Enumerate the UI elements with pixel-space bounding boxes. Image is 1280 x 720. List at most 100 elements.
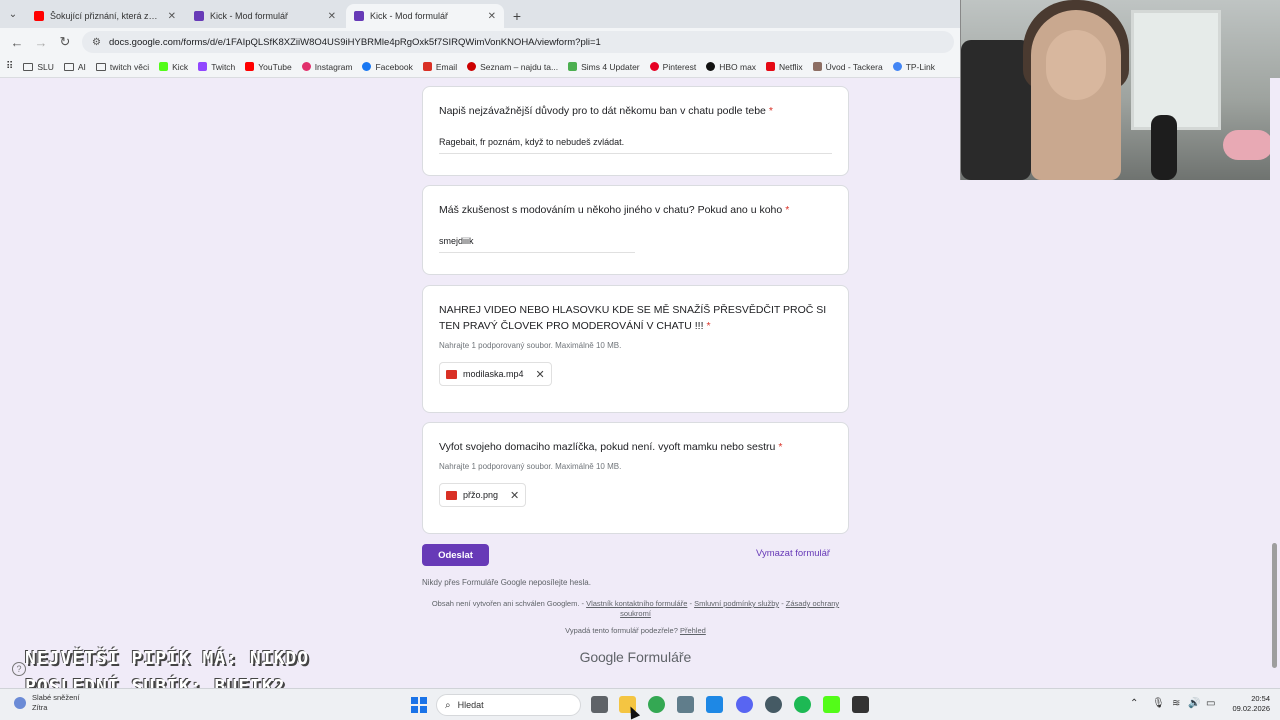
weather-day: Zítra <box>32 703 48 712</box>
question-card-2: Máš zkušenost s modováním u někoho jinéh… <box>422 185 849 275</box>
bookmark-facebook[interactable]: Facebook <box>362 61 413 72</box>
tab-title: Kick - Mod formulář <box>370 11 449 21</box>
task-view-icon[interactable] <box>591 696 608 713</box>
netflix-icon <box>766 62 776 71</box>
back-arrow-icon[interactable]: ← <box>6 31 28 53</box>
chrome-icon[interactable] <box>648 696 665 713</box>
navigation-bar: ← → ↻ ⚙ docs.google.com/forms/d/e/1FAIpQ… <box>0 28 960 56</box>
bookmark-email[interactable]: Email <box>422 61 458 72</box>
remove-file-icon[interactable]: ✕ <box>510 489 519 502</box>
bookmark-tplink[interactable]: TP-Link <box>892 62 935 72</box>
youtube-favicon-icon <box>34 11 44 21</box>
bookmark-seznam[interactable]: Seznam – najdu ta... <box>467 62 558 72</box>
bookmark-instagram[interactable]: Instagram <box>301 62 352 72</box>
weather-condition: Slabé sněžení <box>32 693 80 702</box>
weather-snow-icon <box>14 697 26 709</box>
footer-link-terms[interactable]: Smluvní podmínky služby <box>694 599 779 608</box>
upload-hint: Nahrajte 1 podporovaný soubor. Maximálně… <box>439 462 622 471</box>
weather-widget[interactable]: Slabé sněžení Zítra <box>14 693 80 713</box>
discord-icon[interactable] <box>736 696 753 713</box>
bookmark-pinterest[interactable]: Pinterest <box>649 62 696 72</box>
question-card-4: Vyfot svojeho domaciho mazlíčka, pokud n… <box>422 422 849 534</box>
tackera-icon <box>812 62 822 71</box>
uploaded-file-chip[interactable]: modilaska.mp4 ✕ <box>439 362 552 386</box>
apps-grid-icon[interactable]: ⠿ <box>6 61 13 72</box>
browser-tab-1[interactable]: Šokující přiznání, která změnila ✕ <box>26 4 184 28</box>
bookmark-ai[interactable]: AI <box>63 61 86 72</box>
tab-close-icon[interactable]: ✕ <box>328 11 336 22</box>
google-forms-logo[interactable]: Google Formuláře <box>422 649 849 665</box>
upload-hint: Nahrajte 1 podporovaný soubor. Maximálně… <box>439 341 622 350</box>
streamlabs-icon[interactable] <box>852 696 869 713</box>
bookmark-label: YouTube <box>258 61 292 72</box>
bookmark-tackera[interactable]: Úvod - Tackera <box>812 61 883 72</box>
email-icon <box>422 62 432 71</box>
question-title: NAHREJ VIDEO NEBO HLASOVKU KDE SE MĚ SNA… <box>439 304 827 332</box>
bookmark-sims[interactable]: Sims 4 Updater <box>568 62 640 72</box>
spotify-icon[interactable] <box>794 696 811 713</box>
required-asterisk: * <box>778 441 783 453</box>
footer-link-owner[interactable]: Vlastník kontaktního formuláře <box>586 599 687 608</box>
new-tab-icon[interactable]: + <box>506 4 528 28</box>
system-clock[interactable]: 20:54 09.02.2026 <box>1222 694 1270 714</box>
bookmark-label: Facebook <box>375 61 413 72</box>
bookmark-twitch[interactable]: Twitch <box>198 62 235 72</box>
forward-arrow-icon[interactable]: → <box>30 31 52 53</box>
tab-close-icon[interactable]: ✕ <box>488 11 496 22</box>
photos-icon[interactable] <box>706 696 723 713</box>
submit-button[interactable]: Odeslat <box>422 544 489 566</box>
tab-title: Kick - Mod formulář <box>210 11 289 21</box>
kick-app-icon[interactable] <box>823 696 840 713</box>
bookmark-label: Kick <box>172 61 189 72</box>
brand-google: Google <box>579 649 624 665</box>
help-icon: ? <box>12 662 26 676</box>
youtube-icon <box>245 62 255 71</box>
browser-tab-2[interactable]: Kick - Mod formulář ✕ <box>186 4 344 28</box>
battery-icon[interactable]: ▭ <box>1206 698 1215 709</box>
answer-input[interactable]: Ragebait, fr poznám, když to nebudeš zvl… <box>439 137 832 154</box>
microphone-icon[interactable]: 🎙 <box>1152 698 1165 709</box>
clear-form-link[interactable]: Vymazat formulář <box>756 548 830 559</box>
answer-input[interactable]: smejdiiik <box>439 236 635 253</box>
tab-close-icon[interactable]: ✕ <box>168 11 176 22</box>
uploaded-file-chip[interactable]: přžo.png ✕ <box>439 483 527 507</box>
bookmark-youtube[interactable]: YouTube <box>245 61 292 72</box>
question-title: Napiš nejzávažnější důvody pro to dát ně… <box>439 105 773 117</box>
report-link[interactable]: Přehled <box>680 626 706 635</box>
windows-start-icon[interactable] <box>411 697 427 713</box>
image-file-icon <box>446 490 457 500</box>
tab-title: Šokující přiznání, která změnila <box>50 11 164 21</box>
tray-chevron-up-icon[interactable]: ⌃ <box>1130 698 1138 709</box>
twitch-icon <box>198 62 208 71</box>
obs-icon[interactable] <box>765 696 782 713</box>
bookmark-twitch-veci[interactable]: twitch věci <box>95 62 149 72</box>
bookmark-kick[interactable]: Kick <box>159 62 188 72</box>
bookmark-label: HBO max <box>719 61 757 72</box>
address-bar[interactable]: ⚙ docs.google.com/forms/d/e/1FAIpQLSfK8X… <box>82 31 954 53</box>
scrollbar-thumb[interactable] <box>1272 543 1277 668</box>
bookmark-slu[interactable]: SLU <box>23 62 54 72</box>
footer-disclaimer: Obsah není vytvořen ani schválen Googlem… <box>431 599 840 618</box>
bookmark-label: AI <box>77 61 86 72</box>
required-asterisk: * <box>785 204 790 216</box>
site-info-icon[interactable]: ⚙ <box>92 37 101 48</box>
bookmark-netflix[interactable]: Netflix <box>766 62 803 72</box>
volume-icon[interactable]: 🔊 <box>1188 698 1200 709</box>
settings-gear-icon[interactable] <box>677 696 694 713</box>
search-placeholder: Hledat <box>457 700 484 710</box>
clock-date: 09.02.2026 <box>1232 704 1270 713</box>
question-title: Máš zkušenost s modováním u někoho jinéh… <box>439 204 790 216</box>
hbo-icon <box>706 62 716 71</box>
reload-icon[interactable]: ↻ <box>54 31 76 53</box>
bookmark-hbo[interactable]: HBO max <box>706 62 756 72</box>
sims-icon <box>568 62 578 71</box>
bookmark-label: Úvod - Tackera <box>825 61 883 72</box>
wifi-icon[interactable]: ≋ <box>1172 698 1180 709</box>
browser-tab-3[interactable]: Kick - Mod formulář ✕ <box>346 4 504 28</box>
page-scrollbar[interactable] <box>1270 78 1280 688</box>
folder-icon <box>63 62 74 71</box>
tab-search-chevron-icon[interactable]: ⌄ <box>0 0 26 28</box>
taskbar-search[interactable]: ⌕ Hledat <box>436 694 581 716</box>
bookmark-label: Email <box>435 61 458 72</box>
remove-file-icon[interactable]: ✕ <box>536 368 545 381</box>
